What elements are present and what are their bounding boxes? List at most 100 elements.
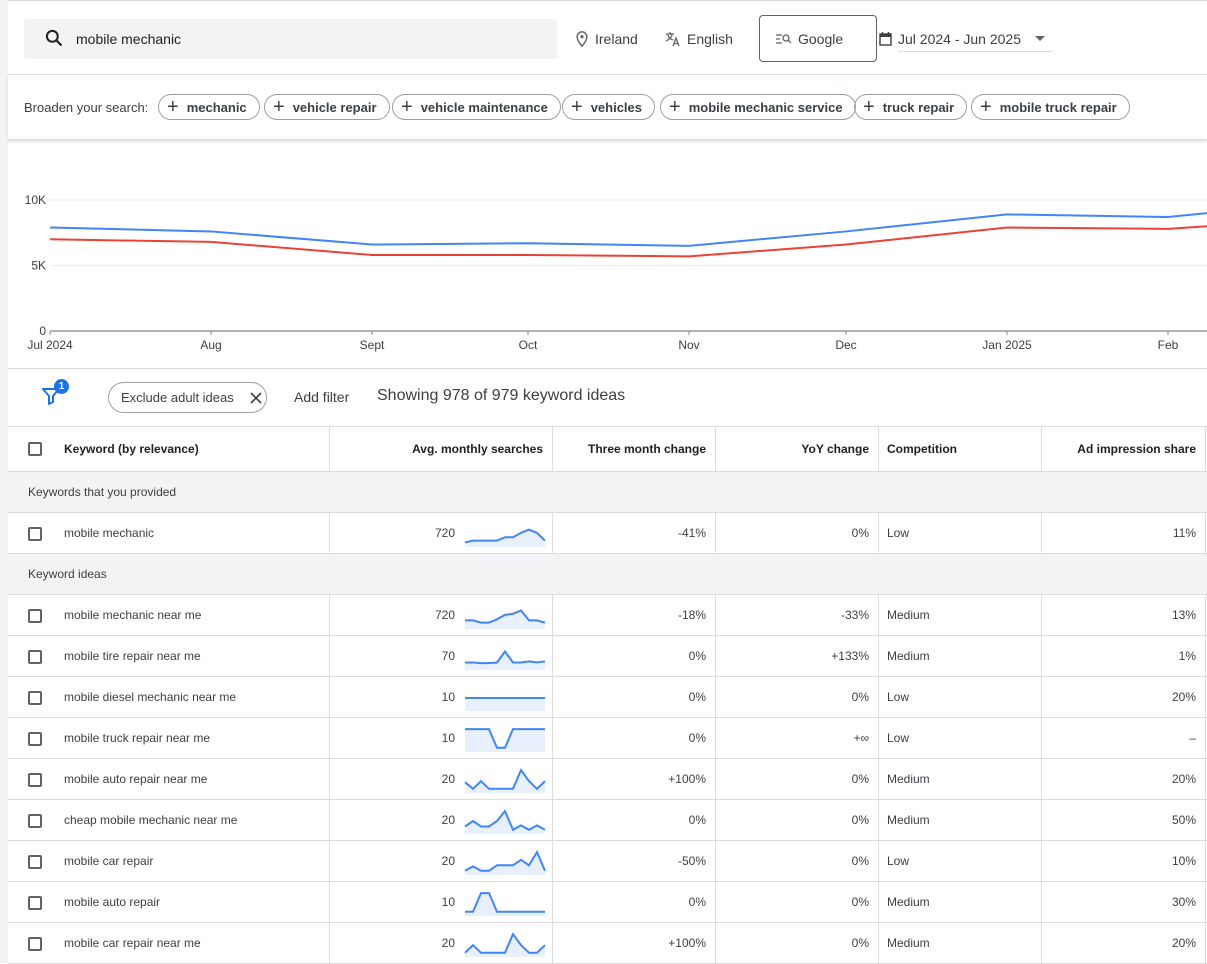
broaden-chip[interactable]: + vehicle maintenance [392, 94, 561, 120]
chip-label: mechanic [186, 99, 247, 115]
avg-searches-cell: 20 [441, 772, 455, 786]
exclude-adult-chip[interactable]: Exclude adult ideas [108, 382, 267, 413]
yoy-cell: 0% [851, 813, 869, 827]
language-selector[interactable]: English [665, 31, 733, 47]
column-divider [1205, 636, 1206, 676]
column-divider [552, 841, 553, 881]
broaden-chip[interactable]: + mobile truck repair [971, 94, 1130, 120]
column-divider [329, 923, 330, 963]
location-selector[interactable]: Ireland [575, 31, 638, 47]
x-tick-label: Dec [835, 338, 856, 352]
column-divider [1205, 841, 1206, 881]
yoy-cell: +133% [831, 649, 869, 663]
competition-cell: Low [887, 690, 910, 704]
sparkline-area [465, 852, 545, 875]
row-checkbox[interactable] [28, 690, 42, 705]
table-row[interactable]: mobile car repair near me 20 +100% 0% Medium… [8, 923, 1207, 964]
chevron-down-icon[interactable] [1035, 36, 1045, 41]
column-divider [878, 677, 879, 717]
results-count: Showing 978 of 979 keyword ideas [377, 387, 626, 404]
trend-sparkline [465, 728, 545, 752]
avg-searches-cell: 720 [434, 608, 455, 622]
column-divider [715, 882, 716, 922]
trend-sparkline [465, 697, 545, 711]
plus-icon: + [401, 96, 413, 118]
yoy-cell: 0% [851, 854, 869, 868]
table-row[interactable]: mobile truck repair near me 10 0% +∞ Low – [8, 718, 1207, 759]
calendar-icon [879, 32, 892, 46]
close-icon[interactable] [250, 391, 262, 404]
date-range-selector[interactable]: Jul 2024 - Jun 2025 [879, 31, 1052, 52]
broaden-chip[interactable]: + vehicles [562, 94, 656, 120]
trend-sparkline [464, 768, 546, 793]
row-checkbox[interactable] [28, 731, 42, 746]
translate-icon [665, 32, 680, 47]
broaden-chip[interactable]: + mobile mechanic service [660, 94, 856, 120]
three-month-cell: +100% [668, 936, 706, 950]
table-row[interactable]: mobile auto repair near me 20 +100% 0% Mediu… [8, 759, 1207, 800]
keyword-cell: cheap mobile mechanic near me [64, 813, 238, 827]
table-row[interactable]: mobile diesel mechanic near me 10 0% 0% Low 2… [8, 677, 1207, 718]
column-divider [1205, 513, 1206, 553]
column-divider [552, 426, 553, 471]
row-checkbox[interactable] [28, 854, 42, 869]
avg-searches-cell: 70 [441, 649, 455, 663]
column-divider [552, 923, 553, 963]
date-range-label: Jul 2024 - Jun 2025 [898, 31, 1021, 47]
x-tick-label: Jan 2025 [982, 338, 1032, 352]
plus-icon: + [863, 96, 875, 118]
row-checkbox[interactable] [28, 813, 42, 828]
header-competition: Competition [887, 441, 957, 456]
chip-label: vehicles [590, 99, 643, 115]
three-month-cell: -18% [677, 608, 706, 622]
row-checkbox[interactable] [28, 608, 42, 623]
avg-searches-cell: 10 [441, 895, 455, 909]
impression-share-cell: 11% [1172, 526, 1196, 540]
search-query: mobile mechanic [76, 31, 182, 47]
chart-svg: 0 5K 10K Jul 2024 Aug Sept Oct Nov Dec Jan 2025 Fe… [25, 193, 1207, 352]
header-three-month: Three month change [587, 441, 706, 456]
column-divider [329, 882, 330, 922]
search-engine-selector[interactable]: Google [759, 15, 877, 62]
table-header: Keyword (by relevance) Avg. monthly searc… [8, 426, 1207, 472]
select-all-checkbox[interactable] [28, 442, 42, 456]
table-row[interactable]: mobile car repair 20 -50% 0% Low 10% [8, 841, 1207, 882]
add-filter-button[interactable]: Add filter [294, 389, 349, 405]
competition-cell: Medium [887, 649, 930, 663]
group-provided-header: Keywords that you provided [8, 472, 1207, 513]
three-month-cell: +100% [668, 772, 706, 786]
column-divider [1205, 426, 1206, 471]
column-divider [715, 923, 716, 963]
row-checkbox[interactable] [28, 649, 42, 664]
table-row[interactable]: mobile tire repair near me 70 0% +133% Mediu… [8, 636, 1207, 677]
chip-label: mobile mechanic service [688, 99, 843, 115]
column-divider [715, 595, 716, 635]
broaden-chip[interactable]: + mechanic [158, 94, 260, 120]
column-divider [878, 841, 879, 881]
x-tick-label: Nov [678, 338, 699, 352]
column-divider [878, 800, 879, 840]
row-checkbox[interactable] [28, 526, 42, 541]
table-row[interactable]: cheap mobile mechanic near me 20 0% 0% Mediu… [8, 800, 1207, 841]
plus-icon: + [167, 96, 179, 118]
plus-icon: + [669, 96, 681, 118]
column-divider [1041, 841, 1042, 881]
column-divider [715, 759, 716, 799]
column-divider [715, 513, 716, 553]
column-divider [552, 636, 553, 676]
broaden-chip[interactable]: + truck repair [854, 94, 968, 120]
table-row[interactable]: mobile auto repair 10 0% 0% Medium 30% [8, 882, 1207, 923]
table-row[interactable]: mobile mechanic near me 720 -18% -33% Medium… [8, 595, 1207, 636]
search-input[interactable]: mobile mechanic [24, 19, 557, 59]
column-divider [1041, 800, 1042, 840]
column-divider [329, 426, 330, 471]
row-checkbox[interactable] [28, 772, 42, 787]
impression-share-cell: – [1189, 731, 1196, 745]
broaden-chip[interactable]: + vehicle repair [264, 94, 390, 120]
chip-label: mobile truck repair [999, 99, 1117, 115]
chip-label: vehicle repair [292, 99, 377, 115]
keyword-cell: mobile car repair [64, 854, 154, 868]
table-row[interactable]: mobile mechanic 720 -41% 0% Low 11% [8, 513, 1207, 554]
row-checkbox[interactable] [28, 936, 42, 951]
row-checkbox[interactable] [28, 895, 42, 910]
